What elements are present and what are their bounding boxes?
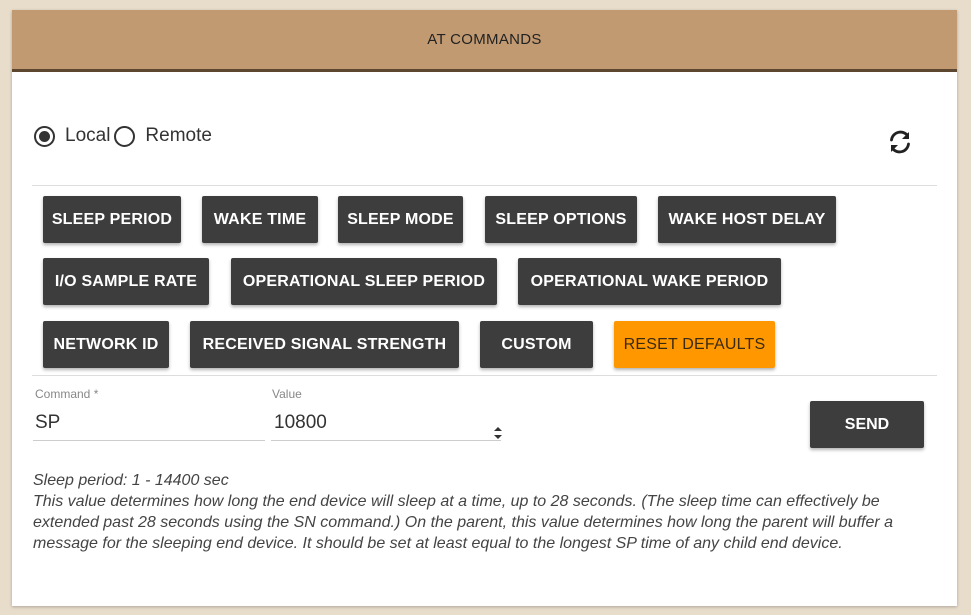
io-sample-rate-button[interactable]: I/O SAMPLE RATE [43, 258, 209, 305]
reset-defaults-button[interactable]: RESET DEFAULTS [614, 321, 775, 368]
at-commands-panel: AT COMMANDS Local Remote SLEEP PERIOD WA… [12, 10, 957, 606]
value-field-underline [271, 440, 501, 441]
local-radio-label[interactable]: Local [65, 125, 110, 147]
sleep-options-button[interactable]: SLEEP OPTIONS [485, 196, 637, 243]
command-field-underline [33, 440, 265, 441]
mode-selector: Local Remote [34, 125, 216, 147]
description-title: Sleep period: 1 - 14400 sec [33, 472, 229, 489]
value-field-label: Value [272, 387, 302, 401]
custom-button[interactable]: CUSTOM [480, 321, 593, 368]
remote-radio-label[interactable]: Remote [145, 125, 212, 147]
value-stepper-icon[interactable] [491, 425, 505, 441]
command-description: Sleep period: 1 - 14400 sec This value d… [33, 470, 938, 554]
divider-bottom [32, 375, 937, 376]
remote-radio[interactable] [114, 125, 136, 147]
command-field-label: Command * [35, 387, 99, 401]
wake-time-button[interactable]: WAKE TIME [202, 196, 318, 243]
network-id-button[interactable]: NETWORK ID [43, 321, 169, 368]
operational-wake-period-button[interactable]: OPERATIONAL WAKE PERIOD [518, 258, 781, 305]
operational-sleep-period-button[interactable]: OPERATIONAL SLEEP PERIOD [231, 258, 497, 305]
description-body: This value determines how long the end d… [33, 493, 894, 552]
local-radio[interactable] [34, 125, 55, 147]
refresh-icon[interactable] [888, 130, 912, 154]
received-signal-strength-button[interactable]: RECEIVED SIGNAL STRENGTH [190, 321, 459, 368]
panel-title: AT COMMANDS [427, 31, 542, 48]
radio-selected-dot [39, 130, 50, 142]
sleep-period-button[interactable]: SLEEP PERIOD [43, 196, 181, 243]
send-button[interactable]: SEND [810, 401, 924, 448]
sleep-mode-button[interactable]: SLEEP MODE [338, 196, 463, 243]
command-field[interactable]: SP [35, 412, 60, 434]
wake-host-delay-button[interactable]: WAKE HOST DELAY [658, 196, 836, 243]
panel-header: AT COMMANDS [12, 10, 957, 72]
divider-top [32, 185, 937, 186]
value-field[interactable]: 10800 [274, 412, 327, 434]
